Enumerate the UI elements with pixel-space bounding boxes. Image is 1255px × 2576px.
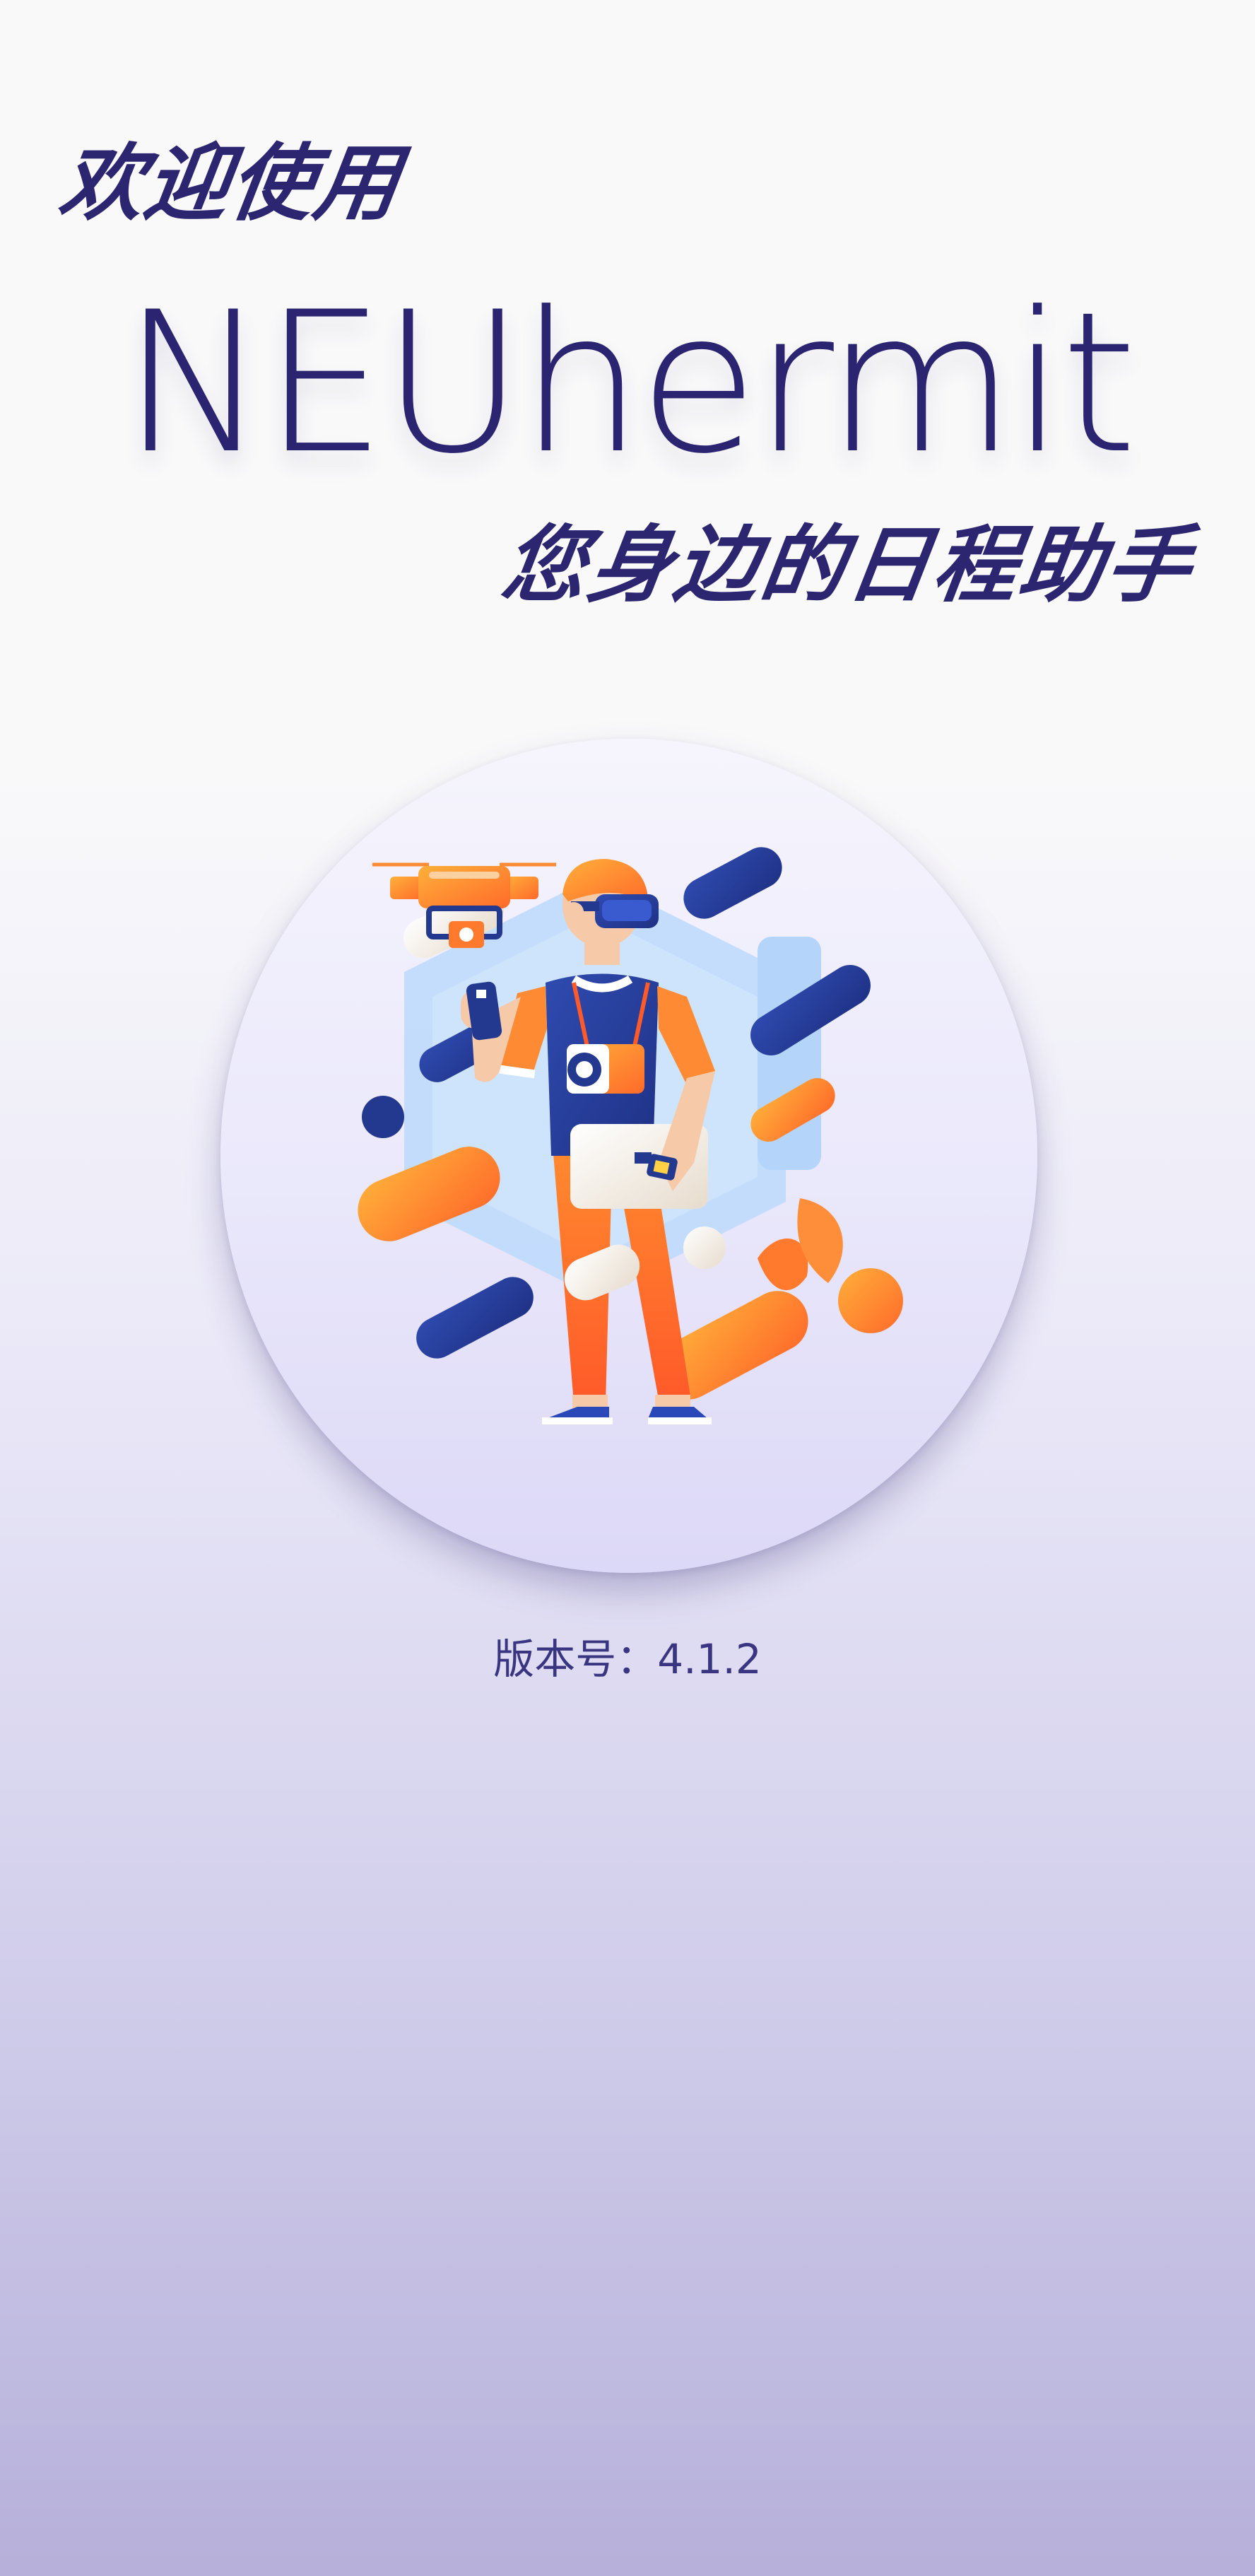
- illustration-circle: [220, 739, 1037, 1573]
- version-label: 版本号：4.1.2: [493, 1635, 762, 1683]
- app-name-title: NEUhermit: [122, 270, 1138, 496]
- app-tagline: 您身边的日程助手: [496, 516, 1200, 614]
- welcome-heading: 欢迎使用: [54, 134, 407, 232]
- person-with-drone-illustration-icon: [358, 847, 903, 1424]
